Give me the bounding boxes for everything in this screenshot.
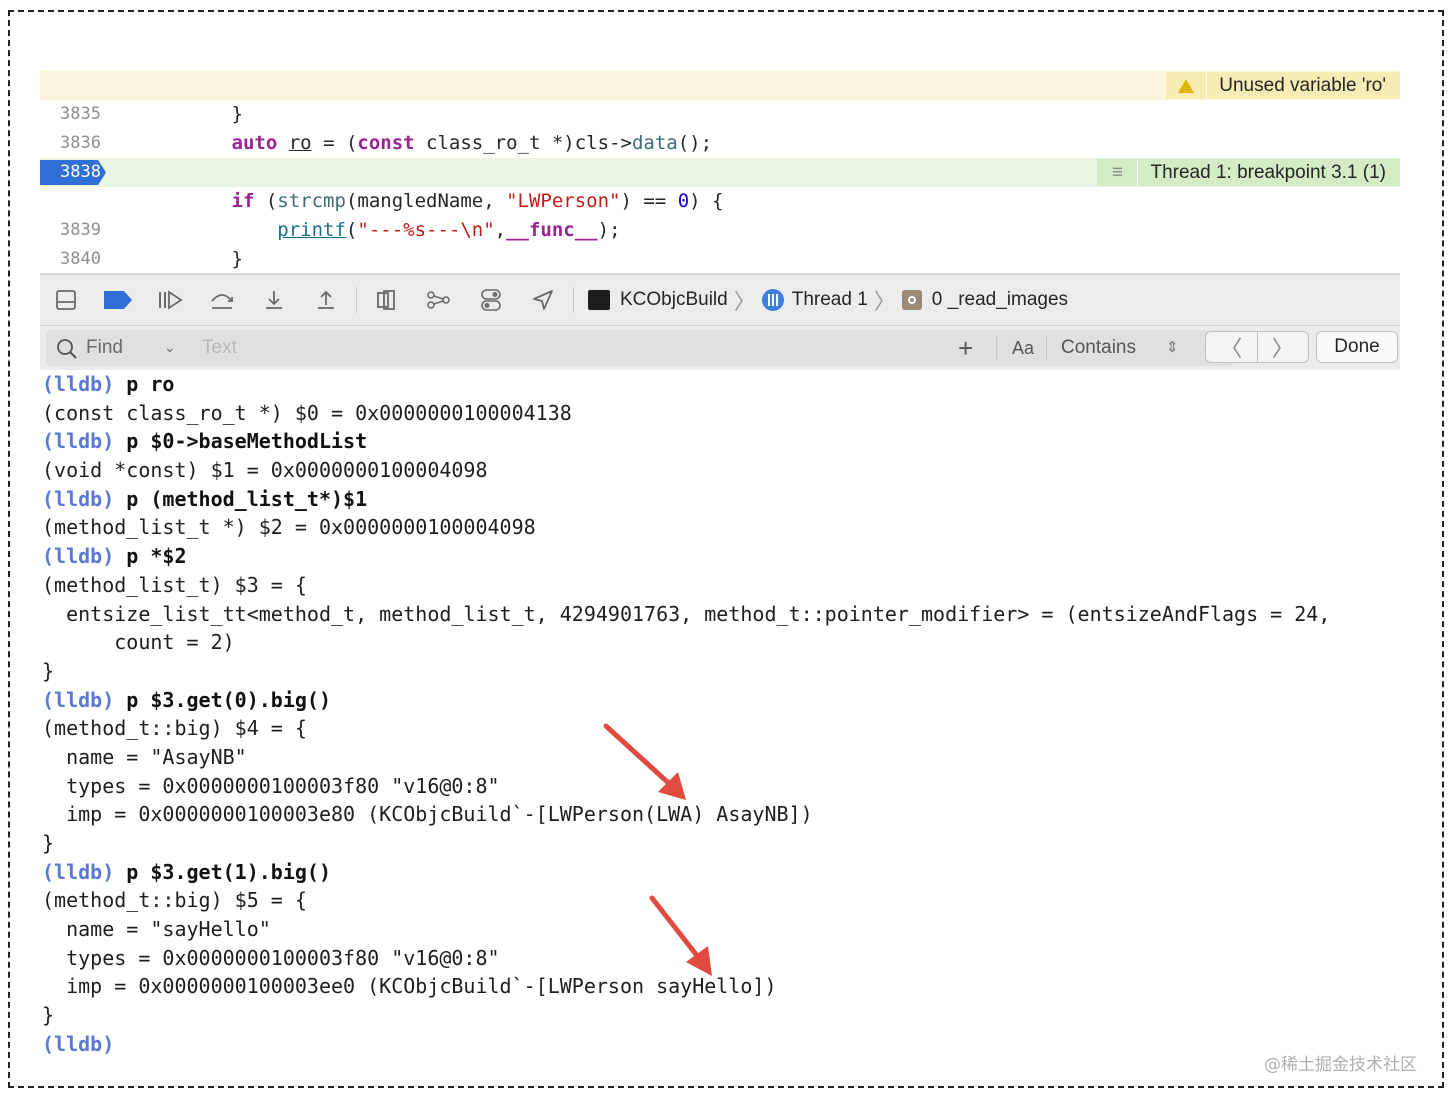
code-line-breakpoint[interactable]: 3838 printf("---%s---\n",__func__); ≡ Th… (40, 158, 1400, 241)
console-command: p *$2 (114, 544, 187, 569)
console-command: p $3.get(0).big() (114, 687, 331, 712)
console-command-line: (lldb) p (method_list_t*)$1 (42, 485, 1422, 514)
chevron-left-icon: 〈 (1220, 336, 1243, 361)
console-command-line: (lldb) p ro (42, 370, 1422, 399)
simulate-location-icon[interactable] (517, 275, 569, 325)
console-command-line: (lldb) p $3.get(0).big() (42, 686, 1422, 715)
terminal-icon (588, 290, 610, 310)
console-command-line: (lldb) (42, 1030, 1422, 1059)
step-over-icon[interactable] (196, 275, 248, 325)
lldb-prompt: (lldb) (42, 859, 115, 884)
find-divider (1046, 336, 1047, 360)
annotation-arrow (649, 895, 712, 976)
warning-annotation[interactable]: Unused variable 'ro' (1166, 72, 1400, 99)
code-line[interactable]: 3841 } (40, 245, 1400, 328)
done-button[interactable]: Done (1316, 331, 1398, 363)
console-output-line: (method_list_t) $3 = { (42, 572, 307, 597)
updown-chevron-icon[interactable]: ⇕ (1166, 330, 1179, 366)
code-line[interactable]: 3840 realizeClassWithoutSwift(cls, nil); (40, 216, 1400, 299)
console-command: p ro (114, 372, 175, 396)
console-output-line: entsize_list_tt<method_t, method_list_t,… (42, 601, 1331, 626)
console-command: p $3.get(1).big() (114, 859, 331, 884)
memory-graph-icon[interactable] (413, 275, 465, 325)
code-line[interactable]: 3836 const char *mangledName = cls->nonl… (40, 100, 1400, 183)
view-hierarchy-icon[interactable] (361, 275, 413, 325)
match-mode-select[interactable]: Contains (1061, 330, 1136, 366)
find-mode-label[interactable]: Find (86, 330, 123, 366)
console-command-line: (lldb) p $0->baseMethodList (42, 427, 1422, 456)
next-match-button[interactable]: 〉 (1258, 332, 1309, 362)
toolbar-divider (573, 287, 574, 313)
annotation-arrow (603, 723, 686, 800)
warning-text: Unused variable 'ro' (1219, 75, 1386, 96)
lldb-prompt: (lldb) (42, 687, 115, 712)
breadcrumb-thread[interactable]: Thread 1 (792, 289, 868, 311)
console-output-line: (method_t::big) $4 = { (42, 716, 307, 741)
console-output-line: types = 0x0000000100003f80 "v16@0:8" (42, 773, 500, 798)
source-editor[interactable]: 3834 } 3835 auto ro = (const class_ro_t … (40, 42, 1400, 328)
lldb-prompt: (lldb) (42, 544, 115, 569)
lldb-prompt: (lldb) (42, 429, 115, 454)
previous-match-button[interactable]: 〈 (1206, 332, 1258, 362)
stack-frame-icon (901, 290, 922, 310)
search-icon (57, 339, 77, 359)
code-line[interactable]: 3837 if (strcmp(mangledName, "LWPerson")… (40, 129, 1400, 212)
console-output-line: (void *const) $1 = 0x0000000100004098 (42, 458, 488, 483)
thread-icon (761, 289, 784, 311)
chevron-down-icon[interactable]: ⌄ (164, 330, 176, 366)
find-navigation: 〈 〉 (1205, 331, 1309, 363)
console-output-line: } (42, 1003, 55, 1028)
find-text-input[interactable]: Text (202, 330, 237, 366)
console-command-line: (lldb) p *$2 (42, 542, 1422, 571)
chevron-right-icon: 〉 (1271, 336, 1294, 361)
warning-icon (1166, 72, 1208, 99)
breadcrumb-frame[interactable]: 0 _read_images (932, 289, 1068, 311)
console-output-line: (method_t::big) $5 = { (42, 888, 307, 913)
hide-debug-area-icon[interactable] (40, 275, 92, 325)
console-output-line: } (42, 658, 55, 683)
add-pattern-icon[interactable]: + (958, 330, 973, 366)
code-line[interactable]: 3834 } (40, 42, 1400, 125)
step-out-icon[interactable] (300, 275, 352, 325)
console-command: p $0->baseMethodList (114, 429, 368, 454)
watermark: @稀土掘金技术社区 (1264, 1055, 1417, 1075)
lldb-console[interactable]: (lldb) p ro (const class_ro_t *) $0 = 0x0… (42, 370, 1422, 1059)
debug-breadcrumb: KCObjcBuild 〉 Thread 1 〉 0 _read_images (588, 284, 1068, 316)
console-output-line: imp = 0x0000000100003e80 (KCObjcBuild`-[… (42, 802, 813, 827)
console-command-line: (lldb) p $3.get(1).big() (42, 858, 1422, 887)
console-output-line: types = 0x0000000100003f80 "v16@0:8" (42, 945, 500, 970)
breadcrumb-target[interactable]: KCObjcBuild (620, 289, 728, 311)
console-output-line: } (42, 831, 55, 855)
environment-overrides-icon[interactable] (465, 275, 517, 325)
chevron-right-icon: 〉 (733, 289, 756, 314)
toolbar-divider (356, 287, 357, 313)
match-case-toggle[interactable]: Aa (1012, 330, 1034, 366)
chevron-right-icon: 〉 (873, 289, 896, 314)
breakpoint-annotation[interactable]: ≡ Thread 1: breakpoint 3.1 (1) (1097, 159, 1400, 186)
step-into-icon[interactable] (248, 275, 300, 325)
continue-icon[interactable] (144, 275, 196, 325)
thread-lines-icon: ≡ (1097, 159, 1139, 186)
debug-toolbar: KCObjcBuild 〉 Thread 1 〉 0 _read_images (40, 273, 1400, 326)
console-output-line: name = "sayHello" (42, 917, 271, 942)
find-bar: Find ⌄ Text + Aa Contains ⇕ 〈 〉 Done (40, 326, 1400, 370)
lldb-prompt: (lldb) (42, 486, 115, 511)
breakpoint-text: Thread 1: breakpoint 3.1 (1) (1150, 162, 1386, 183)
code-line-warning[interactable]: 3835 auto ro = (const class_ro_t *)cls->… (40, 71, 1400, 154)
lldb-prompt: (lldb) (42, 372, 115, 396)
console-output-line: count = 2) (42, 630, 235, 655)
console-output-line: imp = 0x0000000100003ee0 (KCObjcBuild`-[… (42, 974, 777, 999)
breakpoint-marker[interactable]: 3838 (40, 160, 106, 185)
code-line[interactable]: 3839 } (40, 187, 1400, 270)
console-output-line: (const class_ro_t *) $0 = 0x000000010000… (42, 400, 572, 425)
lldb-prompt: (lldb) (42, 1031, 115, 1056)
console-output-line: name = "AsayNB" (42, 744, 247, 769)
console-command: p (method_list_t*)$1 (114, 486, 368, 511)
find-field[interactable]: Find ⌄ Text + Aa Contains ⇕ (46, 330, 1234, 366)
breakpoints-toggle-icon[interactable] (92, 275, 144, 325)
console-output-line: (method_list_t *) $2 = 0x000000010000409… (42, 515, 536, 540)
find-divider (996, 336, 997, 360)
